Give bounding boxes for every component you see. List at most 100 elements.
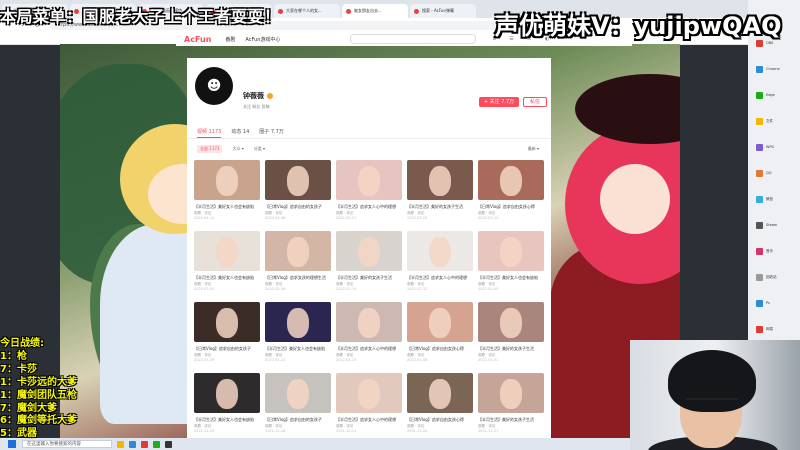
video-card[interactable]: 【半月生活】美好的女孩子生活 观看 · 评论 2022-01-01 [478,302,544,373]
nav-item-bangumi[interactable]: 番剧 [225,36,235,43]
video-card[interactable]: 【半月生活】美好女人也会有缺陷 观看 · 评论 2022-04-14 [194,160,260,231]
video-title[interactable]: 【半月生活】美好的女孩子生活 [478,346,544,351]
video-card[interactable]: 【日常Vlog】追求自由女孩心得 观看 · 评论 2021-12-04 [407,373,473,444]
video-title[interactable]: 【半月生活】美好的女孩子生活 [336,275,402,280]
video-title[interactable]: 【日常Vlog】追求自由女孩心得 [478,204,544,209]
video-meta: 观看 · 评论 [194,282,212,286]
filter-all[interactable]: 全部 1173 [197,145,223,153]
video-title[interactable]: 【半月生活】美好女人也会有缺陷 [478,275,544,280]
video-card[interactable]: 【半月生活】美好的女孩子生活 观看 · 评论 2022-03-20 [407,160,473,231]
video-thumbnail[interactable] [407,231,473,271]
video-title[interactable]: 【半月生活】美好女人也会有缺陷 [194,204,260,209]
video-card[interactable]: 【半月生活】追求女人心中的理想 观看 · 评论 2022-02-12 [407,231,473,302]
video-title[interactable]: 【日常Vlog】追求女孩的理想生活 [265,275,331,280]
message-button[interactable]: 私信 [523,97,547,107]
follow-button[interactable]: + 关注 7.7万 [479,97,519,107]
tab-moments[interactable]: 动态 14 [231,126,249,138]
desktop-app-label: QQ [766,171,772,175]
video-title[interactable]: 【半月生活】美好女人也会有缺陷 [265,346,331,351]
video-thumbnail[interactable] [478,302,544,342]
tab-videos[interactable]: 视频 1173 [197,126,222,138]
video-thumbnail[interactable] [194,302,260,342]
desktop-app-icon[interactable] [756,66,763,73]
video-thumbnail[interactable] [407,302,473,342]
video-card[interactable]: 【半月生活】美好女人也会有缺陷 观看 · 评论 2021-12-25 [194,373,260,444]
site-search-input[interactable] [350,34,477,44]
video-title[interactable]: 【半月生活】追求女人心中的理想 [336,204,402,209]
filter-popular[interactable]: 大众 ▾ [232,146,243,152]
video-title[interactable]: 【半月生活】追求女人心中的理想 [336,346,402,351]
video-thumbnail[interactable] [194,231,260,271]
video-card[interactable]: 【日常Vlog】追求自由的女孩子 观看 · 评论 2021-12-18 [265,373,331,444]
video-card[interactable]: 【日常Vlog】追求自由的女孩子 观看 · 评论 2022-04-08 [265,160,331,231]
video-card[interactable]: 【日常Vlog】追求自由女孩心得 观看 · 评论 2022-03-12 [478,160,544,231]
video-card[interactable]: 【日常Vlog】追求女孩的理想生活 观看 · 评论 2022-02-26 [265,231,331,302]
video-card[interactable]: 【日常Vlog】追求自由女孩心得 观看 · 评论 2022-01-08 [407,302,473,373]
video-thumbnail[interactable] [336,373,402,413]
avatar[interactable]: ☻ [195,67,233,105]
video-thumbnail[interactable] [478,231,544,271]
obs-icon[interactable] [165,440,172,448]
desktop-app-icon[interactable] [756,222,763,229]
video-thumbnail[interactable] [478,160,544,200]
video-thumbnail[interactable] [265,160,331,200]
sort-select[interactable]: 最新 ▾ [528,146,539,152]
video-thumbnail[interactable] [265,373,331,413]
desktop-app-icon[interactable] [756,274,763,281]
browser-tab[interactable]: 大家在哪个人的女... [274,4,340,18]
video-title[interactable]: 【半月生活】美好的女孩子生活 [478,417,544,422]
video-thumbnail[interactable] [265,302,331,342]
chrome-icon[interactable] [141,440,148,448]
desktop-app-icon[interactable] [756,248,763,255]
video-card[interactable]: 【半月生活】美好女人也会有缺陷 观看 · 评论 2022-02-05 [478,231,544,302]
video-card[interactable]: 【日常Vlog】追求自由的女孩子 观看 · 评论 2022-01-29 [194,302,260,373]
browser-tab[interactable]: 被女朋友出去... [342,4,408,18]
video-thumbnail[interactable] [336,302,402,342]
video-title[interactable]: 【日常Vlog】追求自由的女孩子 [265,417,331,422]
desktop-app-icon[interactable] [756,144,763,151]
video-thumbnail[interactable] [336,231,402,271]
video-title[interactable]: 【日常Vlog】追求自由的女孩子 [194,346,260,351]
video-card[interactable]: 【半月生活】追求女人心中的理想 观看 · 评论 2022-03-27 [336,160,402,231]
video-card[interactable]: 【半月生活】追求女人心中的理想 观看 · 评论 2021-12-11 [336,373,402,444]
video-title[interactable]: 【日常Vlog】追求自由的女孩子 [265,204,331,209]
video-meta: 观看 · 评论 [478,353,496,357]
video-card[interactable]: 【半月生活】美好的女孩子生活 观看 · 评论 2021-11-27 [478,373,544,444]
video-card[interactable]: 【半月生活】美好女人也会有缺陷 观看 · 评论 2022-03-05 [194,231,260,302]
video-title[interactable]: 【半月生活】追求女人心中的理想 [407,275,473,280]
video-title[interactable]: 【半月生活】美好女人也会有缺陷 [194,417,260,422]
browser-tab[interactable]: 搜索 - AcFun弹幕 [410,4,476,18]
level-badge-icon [267,93,273,99]
desktop-app-icon[interactable] [756,170,763,177]
video-date: 2022-02-26 [265,287,286,291]
file-explorer-icon[interactable] [117,440,124,448]
desktop-app-icon[interactable] [756,118,763,125]
desktop-app-icon[interactable] [756,92,763,99]
video-date: 2022-01-01 [478,358,499,362]
nav-item-game-center[interactable]: AcFun游戏中心 [245,36,280,43]
desktop-app-icon[interactable] [756,326,763,333]
video-title[interactable]: 【半月生活】美好女人也会有缺陷 [194,275,260,280]
video-thumbnail[interactable] [194,160,260,200]
video-title[interactable]: 【日常Vlog】追求自由女孩心得 [407,417,473,422]
filter-category[interactable]: 分类 ▾ [254,146,265,152]
video-title[interactable]: 【半月生活】追求女人心中的理想 [336,417,402,422]
video-date: 2022-02-19 [336,287,357,291]
video-thumbnail[interactable] [336,160,402,200]
edge-icon[interactable] [129,440,136,448]
video-card[interactable]: 【半月生活】追求女人心中的理想 观看 · 评论 2022-01-15 [336,302,402,373]
tab-circle[interactable]: 圈子 7.7万 [259,126,284,138]
video-card[interactable]: 【半月生活】美好女人也会有缺陷 观看 · 评论 2022-01-22 [265,302,331,373]
video-thumbnail[interactable] [194,373,260,413]
video-title[interactable]: 【半月生活】美好的女孩子生活 [407,204,473,209]
wechat-icon[interactable] [153,440,160,448]
video-thumbnail[interactable] [478,373,544,413]
video-card[interactable]: 【半月生活】美好的女孩子生活 观看 · 评论 2022-02-19 [336,231,402,302]
video-thumbnail[interactable] [407,160,473,200]
video-thumbnail[interactable] [265,231,331,271]
desktop-app-icon[interactable] [756,300,763,307]
desktop-app-icon[interactable] [756,196,763,203]
video-title[interactable]: 【日常Vlog】追求自由女孩心得 [407,346,473,351]
acfun-logo[interactable]: AcFun [184,35,211,44]
video-thumbnail[interactable] [407,373,473,413]
